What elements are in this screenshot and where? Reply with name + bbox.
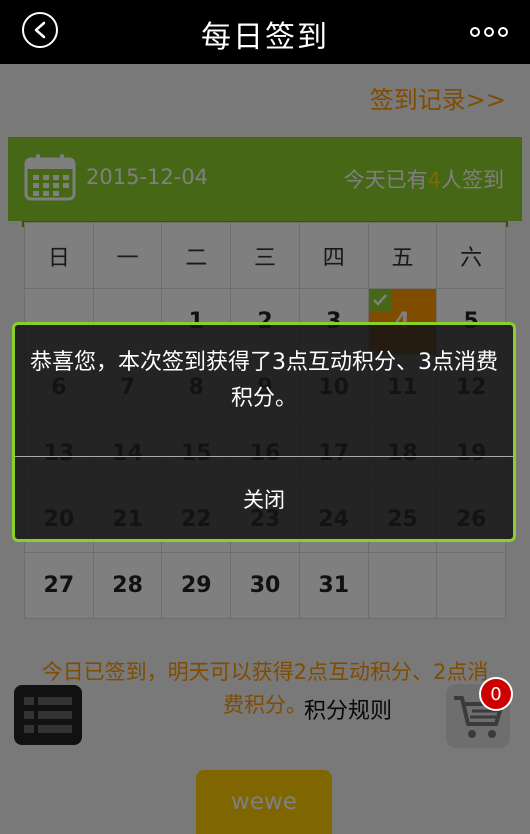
sign-success-dialog: 恭喜您，本次签到获得了3点互动积分、3点消费积分。 关闭	[12, 322, 516, 542]
more-dots-icon	[470, 27, 480, 37]
dialog-message: 恭喜您，本次签到获得了3点互动积分、3点消费积分。	[30, 350, 498, 411]
header-bar: 每日签到	[0, 0, 530, 64]
more-dots-icon	[484, 27, 494, 37]
dialog-close-button[interactable]: 关闭	[15, 456, 513, 542]
more-dots-icon	[498, 27, 508, 37]
more-button[interactable]	[470, 27, 508, 37]
page-title: 每日签到	[201, 20, 329, 55]
cart-count-badge: 0	[479, 677, 513, 711]
